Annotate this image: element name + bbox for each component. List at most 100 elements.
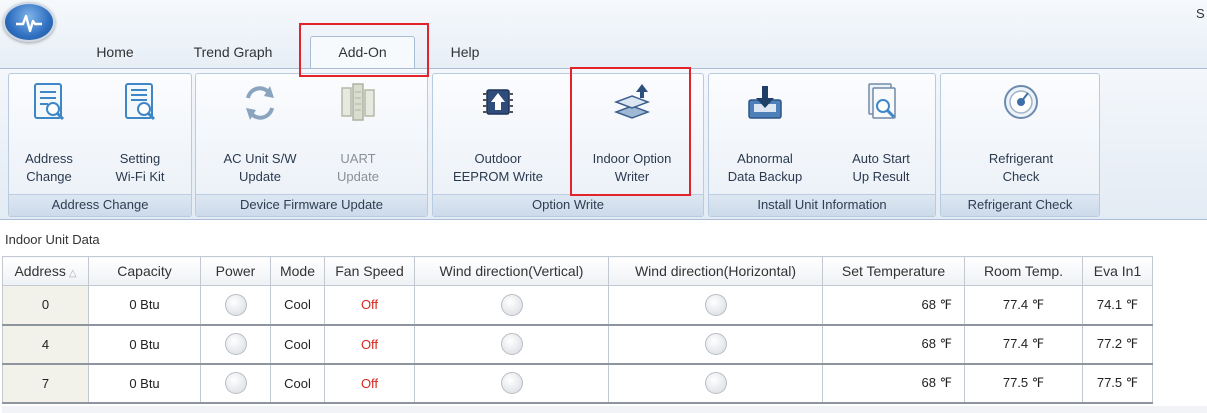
power-cell bbox=[200, 363, 271, 403]
refrigerant-check-line1: Refrigerant bbox=[988, 151, 1054, 166]
auto-start-up-result-button[interactable]: Auto Start Up Result bbox=[837, 78, 925, 190]
column-header-wind-horizontal[interactable]: Wind direction(Horizontal) bbox=[608, 256, 823, 286]
group-label-address-change: Address Change bbox=[9, 194, 191, 216]
wind-vertical-cell bbox=[414, 363, 609, 403]
refrigerant-check-button[interactable]: Refrigerant Check bbox=[963, 78, 1079, 190]
wind-horizontal-indicator-icon[interactable] bbox=[704, 293, 727, 316]
outdoor-eeprom-line2: EEPROM Write bbox=[452, 169, 544, 184]
eva-in1-cell: 77.2 ℉ bbox=[1082, 324, 1153, 364]
column-header-mode[interactable]: Mode bbox=[270, 256, 325, 286]
column-header-wind-vertical[interactable]: Wind direction(Vertical) bbox=[414, 256, 609, 286]
group-address-change: Address Change Setting Wi-Fi Kit Address C… bbox=[8, 73, 192, 217]
setting-wifi-kit-line1: Setting bbox=[119, 151, 161, 166]
ac-unit-sw-line2: Update bbox=[239, 169, 281, 184]
wind-horizontal-indicator-icon[interactable] bbox=[704, 333, 727, 355]
uart-update-line1: UART bbox=[340, 151, 376, 166]
column-header-fan-speed[interactable]: Fan Speed bbox=[324, 256, 415, 286]
address-cell: 0 bbox=[2, 285, 89, 325]
group-label-option-write: Option Write bbox=[433, 194, 703, 216]
auto-start-line2: Up Result bbox=[852, 169, 910, 184]
table-header-row: Address △ Capacity Power Mode Fan Speed W… bbox=[2, 256, 1153, 286]
gauge-icon bbox=[1004, 85, 1038, 119]
indoor-unit-table: Address △ Capacity Power Mode Fan Speed W… bbox=[2, 256, 1153, 404]
uart-chip-icon bbox=[341, 83, 375, 121]
power-indicator-icon[interactable] bbox=[224, 372, 247, 394]
auto-start-line1: Auto Start bbox=[852, 151, 910, 166]
ribbon-tabs: Home Trend Graph Add-On Help bbox=[0, 36, 1207, 69]
address-change-line1: Address bbox=[25, 151, 73, 166]
mode-cell: Cool bbox=[270, 363, 325, 403]
table-empty-area bbox=[2, 406, 1207, 413]
wind-horizontal-cell bbox=[608, 324, 823, 364]
capacity-cell: 0 Btu bbox=[88, 324, 201, 364]
wind-vertical-indicator-icon[interactable] bbox=[500, 333, 523, 355]
abnormal-backup-line1: Abnormal bbox=[737, 151, 793, 166]
ac-unit-sw-line1: AC Unit S/W bbox=[223, 151, 297, 166]
outdoor-eeprom-write-button[interactable]: Outdoor EEPROM Write bbox=[443, 78, 553, 190]
group-label-refrigerant-check: Refrigerant Check bbox=[941, 194, 1099, 216]
eeprom-chip-icon bbox=[483, 89, 513, 115]
mode-cell: Cool bbox=[270, 285, 325, 325]
table-row[interactable]: 7 0 Btu Cool Off 68 ℉ 77.5 ℉ 77.5 ℉ bbox=[2, 363, 1153, 403]
download-tray-icon bbox=[748, 86, 782, 119]
column-header-room-temp[interactable]: Room Temp. bbox=[964, 256, 1083, 286]
title-fragment: S bbox=[1196, 6, 1205, 21]
column-header-set-temperature[interactable]: Set Temperature bbox=[822, 256, 965, 286]
column-header-address[interactable]: Address △ bbox=[2, 256, 89, 286]
wind-horizontal-cell bbox=[608, 363, 823, 403]
wifi-kit-icon bbox=[125, 83, 156, 121]
tab-trend-graph[interactable]: Trend Graph bbox=[183, 42, 283, 68]
wind-vertical-indicator-icon[interactable] bbox=[500, 293, 523, 316]
ribbon-panel: Address Change Setting Wi-Fi Kit Address C… bbox=[0, 68, 1207, 220]
wind-vertical-indicator-icon[interactable] bbox=[500, 372, 523, 394]
wind-vertical-cell bbox=[414, 324, 609, 364]
refrigerant-check-line2: Check bbox=[1002, 169, 1040, 184]
capacity-cell: 0 Btu bbox=[88, 363, 201, 403]
room-temp-cell: 77.4 ℉ bbox=[964, 285, 1083, 325]
column-header-eva-in1[interactable]: Eva In1 bbox=[1082, 256, 1153, 286]
heartbeat-icon bbox=[16, 14, 42, 33]
group-option-write: Outdoor EEPROM Write Indoor Option Writer … bbox=[432, 73, 704, 217]
wind-horizontal-indicator-icon[interactable] bbox=[704, 372, 727, 394]
setting-wifi-kit-line2: Wi-Fi Kit bbox=[115, 169, 165, 184]
indoor-option-line2: Writer bbox=[614, 169, 650, 184]
column-header-capacity[interactable]: Capacity bbox=[88, 256, 201, 286]
fan-speed-cell: Off bbox=[324, 363, 415, 403]
set-temperature-cell: 68 ℉ bbox=[822, 324, 965, 364]
table-row[interactable]: 4 0 Btu Cool Off 68 ℉ 77.4 ℉ 77.2 ℉ bbox=[2, 324, 1153, 364]
abnormal-backup-line2: Data Backup bbox=[727, 169, 803, 184]
indoor-option-line1: Indoor Option bbox=[592, 151, 672, 166]
fan-speed-cell: Off bbox=[324, 285, 415, 325]
sort-ascending-icon: △ bbox=[68, 268, 77, 279]
outdoor-eeprom-line1: Outdoor bbox=[474, 151, 522, 166]
ac-unit-sw-update-button[interactable]: AC Unit S/W Update bbox=[214, 78, 306, 190]
indoor-option-writer-button[interactable]: Indoor Option Writer bbox=[577, 78, 687, 190]
setting-wifi-kit-button[interactable]: Setting Wi-Fi Kit bbox=[101, 78, 179, 190]
room-temp-cell: 77.5 ℉ bbox=[964, 363, 1083, 403]
tab-add-on[interactable]: Add-On bbox=[310, 36, 415, 69]
tab-home[interactable]: Home bbox=[86, 42, 144, 68]
power-cell bbox=[200, 285, 271, 325]
eva-in1-cell: 77.5 ℉ bbox=[1082, 363, 1153, 403]
power-indicator-icon[interactable] bbox=[224, 333, 247, 355]
group-device-firmware-update: AC Unit S/W Update UART Update Device Firm… bbox=[195, 73, 428, 217]
sync-arrows-icon bbox=[246, 86, 274, 120]
group-install-unit-information: Abnormal Data Backup Auto Start Up Result … bbox=[708, 73, 936, 217]
abnormal-data-backup-button[interactable]: Abnormal Data Backup bbox=[717, 78, 813, 190]
report-search-icon bbox=[868, 83, 896, 119]
eva-in1-cell: 74.1 ℉ bbox=[1082, 285, 1153, 325]
address-cell: 4 bbox=[2, 324, 89, 364]
tab-help[interactable]: Help bbox=[440, 42, 490, 68]
capacity-cell: 0 Btu bbox=[88, 285, 201, 325]
group-refrigerant-check: Refrigerant Check Refrigerant Check bbox=[940, 73, 1100, 217]
address-change-button[interactable]: Address Change bbox=[13, 78, 85, 190]
column-header-power[interactable]: Power bbox=[200, 256, 271, 286]
wind-horizontal-cell bbox=[608, 285, 823, 325]
uart-update-button[interactable]: UART Update bbox=[322, 78, 394, 190]
set-temperature-cell: 68 ℉ bbox=[822, 363, 965, 403]
group-label-install-unit-information: Install Unit Information bbox=[709, 194, 935, 216]
set-temperature-cell: 68 ℉ bbox=[822, 285, 965, 325]
table-row[interactable]: 0 0 Btu Cool Off 68 ℉ 77.4 ℉ 74.1 ℉ bbox=[2, 285, 1153, 325]
power-indicator-icon[interactable] bbox=[224, 293, 247, 316]
address-change-line2: Change bbox=[26, 169, 72, 184]
